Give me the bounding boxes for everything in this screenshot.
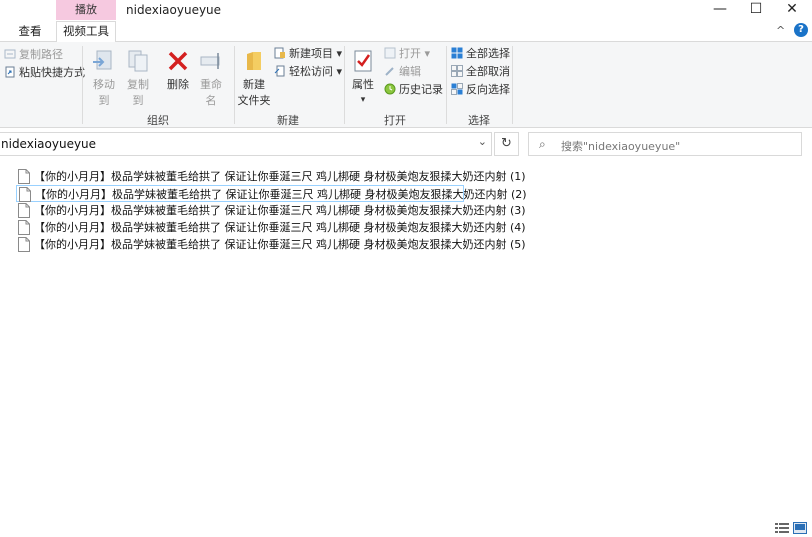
edit-button[interactable]: 编辑 — [384, 64, 421, 80]
file-item[interactable]: 【你的小月月】极品学妹被董毛给拱了 保证让你垂涎三尺 鸡儿梆硬 身材极美炮友狠揉… — [16, 219, 526, 236]
edit-pencil-icon — [385, 67, 394, 76]
properties-label: 属性 — [352, 78, 374, 91]
easy-access-icon — [274, 65, 285, 77]
chevron-up-icon[interactable]: ^ — [776, 24, 785, 37]
copy-to-button[interactable]: 复制到 — [122, 48, 154, 108]
navigation-bar: nidexiaoyueyue ⌄ ↻ ⌕ 搜索"nidexiaoyueyue" — [0, 128, 812, 162]
group-label-organize: 组织 — [147, 114, 169, 127]
minimize-button[interactable]: — — [700, 0, 740, 20]
file-item[interactable]: 【你的小月月】极品学妹被董毛给拱了 保证让你垂涎三尺 鸡儿梆硬 身材极美炮友狠揉… — [16, 185, 527, 202]
chevron-down-icon: ▾ — [360, 95, 366, 105]
tab-video-tools[interactable]: 视频工具 — [56, 21, 116, 43]
file-item[interactable]: 【你的小月月】极品学妹被董毛给拱了 保证让你垂涎三尺 鸡儿梆硬 身材极美炮友狠揉… — [16, 236, 526, 253]
new-item-icon — [274, 47, 285, 59]
group-separator — [512, 46, 513, 124]
search-input[interactable]: 搜索"nidexiaoyueyue" — [561, 138, 680, 154]
open-label: 打开 — [399, 47, 421, 60]
details-view-icon[interactable] — [775, 522, 789, 534]
ribbon-tabs: 查看 视频工具 ^ ? — [0, 20, 812, 43]
copy-path-button[interactable]: 复制路径 — [4, 47, 63, 63]
select-all-button[interactable]: 全部选择 — [451, 46, 510, 62]
file-name: 【你的小月月】极品学妹被董毛给拱了 保证让你垂涎三尺 鸡儿梆硬 身材极美炮友狠揉… — [34, 204, 526, 217]
group-separator — [234, 46, 235, 124]
easy-access-label: 轻松访问 — [289, 65, 333, 78]
group-label-select: 选择 — [468, 114, 490, 127]
search-icon: ⌕ — [539, 137, 546, 151]
delete-x-icon — [168, 51, 188, 71]
invert-selection-icon — [451, 83, 463, 95]
edit-label: 编辑 — [399, 65, 421, 78]
file-icon — [18, 169, 30, 184]
paste-shortcut-button[interactable]: 粘贴快捷方式 — [4, 65, 85, 81]
select-none-label: 全部取消 — [466, 65, 510, 78]
copy-path-label: 复制路径 — [19, 48, 63, 61]
move-to-icon — [93, 50, 112, 70]
new-folder-label-2: 文件夹 — [237, 94, 271, 107]
invert-selection-button[interactable]: 反向选择 — [451, 82, 510, 98]
close-button[interactable]: ✕ — [772, 0, 812, 20]
delete-label: 删除 — [167, 78, 189, 91]
file-list: 【你的小月月】极品学妹被董毛给拱了 保证让你垂涎三尺 鸡儿梆硬 身材极美炮友狠揉… — [0, 164, 812, 520]
new-folder-label-1: 新建 — [243, 78, 265, 91]
file-name: 【你的小月月】极品学妹被董毛给拱了 保证让你垂涎三尺 鸡儿梆硬 身材极美炮友狠揉… — [34, 238, 526, 251]
folder-icon — [247, 52, 261, 70]
file-icon — [19, 187, 31, 202]
delete-button[interactable]: 删除 — [163, 48, 193, 92]
paste-shortcut-label: 粘贴快捷方式 — [19, 66, 85, 79]
copy-path-icon — [4, 49, 16, 59]
tab-view[interactable]: 查看 — [8, 22, 52, 42]
move-to-label: 移动到 — [93, 78, 115, 107]
select-all-icon — [451, 47, 463, 59]
open-icon — [384, 47, 396, 59]
properties-check-icon — [354, 50, 372, 72]
search-box[interactable]: ⌕ 搜索"nidexiaoyueyue" — [528, 132, 802, 156]
tab-playback[interactable]: 播放 — [56, 0, 116, 20]
rename-button[interactable]: 重命名 — [195, 48, 227, 108]
address-bar[interactable]: nidexiaoyueyue ⌄ — [0, 132, 492, 156]
file-name: 【你的小月月】极品学妹被董毛给拱了 保证让你垂涎三尺 鸡儿梆硬 身材极美炮友狠揉… — [35, 188, 527, 201]
file-icon — [18, 203, 30, 218]
ribbon: 复制路径 粘贴快捷方式 移动到 复制到 删除 重命名 组织 新建 文件夹 新建项… — [0, 42, 812, 128]
file-icon — [18, 220, 30, 235]
group-label-open: 打开 — [384, 114, 406, 127]
chevron-down-icon[interactable]: ⌄ — [478, 135, 487, 148]
invert-selection-label: 反向选择 — [466, 83, 510, 96]
file-name: 【你的小月月】极品学妹被董毛给拱了 保证让你垂涎三尺 鸡儿梆硬 身材极美炮友狠揉… — [34, 221, 526, 234]
easy-access-button[interactable]: 轻松访问 ▾ — [274, 64, 342, 80]
maximize-button[interactable]: ☐ — [736, 0, 776, 20]
file-item[interactable]: 【你的小月月】极品学妹被董毛给拱了 保证让你垂涎三尺 鸡儿梆硬 身材极美炮友狠揉… — [16, 202, 526, 219]
move-to-button[interactable]: 移动到 — [88, 48, 120, 108]
history-label: 历史记录 — [399, 83, 443, 96]
select-none-button[interactable]: 全部取消 — [451, 64, 510, 80]
title-bar: 播放 nidexiaoyueyue — ☐ ✕ — [0, 0, 812, 20]
new-item-button[interactable]: 新建项目 ▾ — [274, 46, 342, 62]
refresh-button[interactable]: ↻ — [494, 132, 519, 156]
file-icon — [18, 237, 30, 252]
file-name: 【你的小月月】极品学妹被董毛给拱了 保证让你垂涎三尺 鸡儿梆硬 身材极美炮友狠揉… — [34, 170, 526, 183]
window-title: nidexiaoyueyue — [126, 3, 222, 17]
rename-icon — [200, 53, 220, 69]
copy-to-icon — [128, 50, 148, 72]
history-icon — [384, 83, 396, 95]
address-path: nidexiaoyueyue — [1, 137, 97, 151]
status-bar — [0, 519, 812, 537]
file-item[interactable]: 【你的小月月】极品学妹被董毛给拱了 保证让你垂涎三尺 鸡儿梆硬 身材极美炮友狠揉… — [16, 168, 526, 185]
paste-shortcut-icon — [5, 66, 15, 78]
group-separator — [344, 46, 345, 124]
history-button[interactable]: 历史记录 — [384, 82, 443, 98]
refresh-icon: ↻ — [501, 136, 512, 151]
properties-button[interactable]: 属性 ▾ — [348, 48, 378, 105]
help-icon[interactable]: ? — [794, 23, 808, 37]
new-item-label: 新建项目 — [289, 47, 333, 60]
group-separator — [82, 46, 83, 124]
group-label-new: 新建 — [277, 114, 299, 127]
copy-to-label: 复制到 — [127, 78, 149, 107]
rename-label: 重命名 — [200, 78, 222, 107]
open-button[interactable]: 打开 ▾ — [384, 46, 430, 62]
new-folder-button[interactable]: 新建 文件夹 — [236, 48, 272, 108]
large-icons-view-icon[interactable] — [793, 522, 807, 534]
select-all-label: 全部选择 — [466, 47, 510, 60]
group-separator — [446, 46, 447, 124]
select-none-icon — [451, 65, 463, 77]
